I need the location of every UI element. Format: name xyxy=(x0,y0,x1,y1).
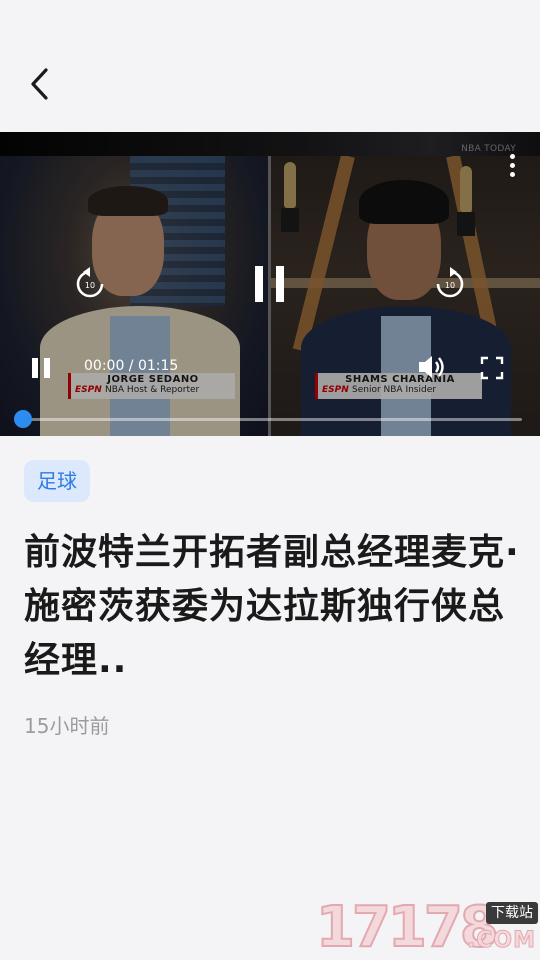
progress-track[interactable] xyxy=(24,418,522,421)
forward-icon: 10 xyxy=(436,267,464,298)
site-watermark-logo: 17178 下载站 .COM xyxy=(315,895,540,960)
watermark-suffix: .COM xyxy=(466,928,536,954)
chevron-left-icon xyxy=(31,68,48,100)
article-title: 前波特兰开拓者副总经理麦克·施密茨获委为达拉斯独行侠总经理.. xyxy=(24,532,520,681)
more-vertical-icon xyxy=(509,154,515,159)
volume-icon xyxy=(419,356,444,378)
volume-button[interactable] xyxy=(416,352,448,382)
forward-10-button[interactable]: 10 xyxy=(434,266,466,300)
more-options-button[interactable] xyxy=(506,154,518,184)
progress-thumb[interactable] xyxy=(14,410,32,428)
article-page: NBA TODAY JORGE SEDANO ESPN NBA Host & R… xyxy=(0,0,540,960)
center-pause-button[interactable] xyxy=(252,264,288,304)
fullscreen-button[interactable] xyxy=(480,356,504,380)
video-player[interactable]: NBA TODAY JORGE SEDANO ESPN NBA Host & R… xyxy=(0,132,540,436)
pause-icon xyxy=(255,266,284,302)
fullscreen-icon xyxy=(480,356,504,380)
category-tag[interactable]: 足球 xyxy=(24,460,90,502)
publish-time: 15小时前 xyxy=(24,714,110,738)
rewind-label: 10 xyxy=(85,281,95,290)
forward-label: 10 xyxy=(445,281,455,290)
time-display: 00:00 / 01:15 xyxy=(84,358,179,374)
top-bar xyxy=(0,0,540,132)
pause-small-icon xyxy=(32,358,50,378)
rewind-icon: 10 xyxy=(76,267,104,298)
back-button[interactable] xyxy=(20,62,60,106)
watermark-badge: 下载站 xyxy=(486,902,538,924)
rewind-10-button[interactable]: 10 xyxy=(74,266,106,300)
play-pause-button[interactable] xyxy=(30,356,52,380)
